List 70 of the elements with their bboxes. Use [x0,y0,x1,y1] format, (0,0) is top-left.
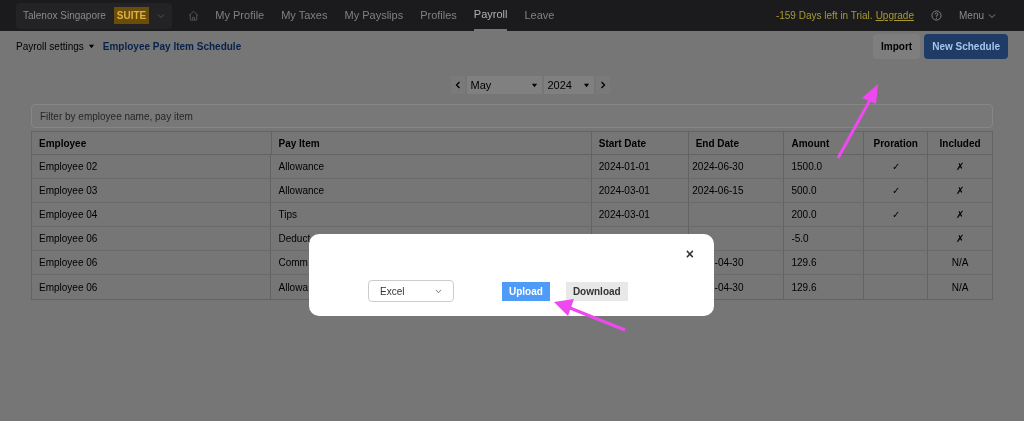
caret-down-icon [87,43,95,50]
caret-down-icon [582,81,590,89]
caret-down-icon [530,81,538,89]
table-cell: Allowance [271,179,592,202]
table-cell-text: ✗ [955,160,966,174]
table-cell: ✓ [864,179,929,202]
table-cell: 129.6 [784,251,865,274]
table-cell: Employee 02 [32,155,272,178]
table-cell: Employee 04 [32,203,272,226]
filter-field[interactable]: Filter by employee name, pay item [31,104,993,128]
upgrade-link[interactable]: Upgrade [875,8,914,23]
chevron-left-icon [454,81,461,89]
table-cell-text: ✗ [955,232,966,246]
chevron-right-icon [599,81,606,89]
table-cell: 2024-06-30 [688,155,785,178]
nav-link[interactable]: My Taxes [281,0,328,31]
column-header: Employee [32,132,272,154]
table-cell: 2024-01-01 [591,155,689,178]
nav-link[interactable]: Profiles [420,0,457,31]
table-cell: 200.0 [784,203,865,226]
nav-link[interactable]: My Payslips [344,0,404,31]
trial-notice: -159 Days left in Trial. [775,9,873,23]
table-cell: Employee 03 [32,179,272,202]
table-cell: 2024-06-15 [688,179,785,202]
nav-link[interactable]: Leave [524,0,555,31]
table-cell-text: N/A [950,280,970,295]
format-select[interactable]: Excel [368,280,454,302]
table-cell: 2024-03-01 [591,203,689,226]
table-cell: -5.0 [784,227,865,250]
table-cell: 500.0 [784,179,865,202]
column-header: Start Date [591,132,689,154]
table-cell: Tips [271,203,592,226]
column-header: Included [938,136,982,151]
annotation-arrow [554,299,626,332]
table-cell: 2024-03-01 [591,179,689,202]
table-cell: ✓ [864,203,929,226]
table-cell: Employee 06 [32,251,272,274]
column-header: Amount [784,132,865,154]
nav-link[interactable]: Payroll [473,0,508,31]
chevron-down-icon [435,288,442,294]
column-header: Proration [864,132,929,154]
company-name: Talenox Singapore [23,9,106,23]
previous-month-button[interactable] [450,76,465,94]
payroll-settings-dropdown[interactable]: Payroll settings [16,39,95,54]
table-cell: Allowance [271,155,592,178]
help-icon[interactable] [931,10,942,21]
column-header: End Date [688,132,785,154]
table-cell: 1500.0 [784,155,865,178]
next-month-button[interactable] [595,76,610,94]
table-cell-text: ✗ [955,184,966,198]
table-cell: Employee 06 [32,227,272,250]
year-select[interactable]: 2024 [543,76,594,94]
chevron-down-icon [157,11,166,20]
menu-button[interactable]: Menu [959,8,996,23]
suite-badge: SUITE [113,7,150,24]
table-cell-text: N/A [950,256,970,270]
table-cell-text: ✗ [955,208,966,222]
company-switcher[interactable]: Talenox Singapore SUITE [16,2,173,29]
table-cell: ✓ [864,155,929,178]
month-select[interactable]: May [466,76,542,94]
new-schedule-button[interactable]: New Schedule [924,34,1008,59]
nav-link[interactable]: My Profile [215,0,265,31]
chevron-down-icon [988,11,996,20]
table-cell: Employee 06 [32,275,272,299]
page-title: Employee Pay Item Schedule [102,40,242,54]
upload-button[interactable]: Upload [502,281,550,301]
download-button[interactable]: Download [565,281,628,301]
column-header: Pay Item [271,132,592,154]
table-cell: 129.6 [784,275,865,299]
import-button[interactable]: Import [873,34,921,59]
